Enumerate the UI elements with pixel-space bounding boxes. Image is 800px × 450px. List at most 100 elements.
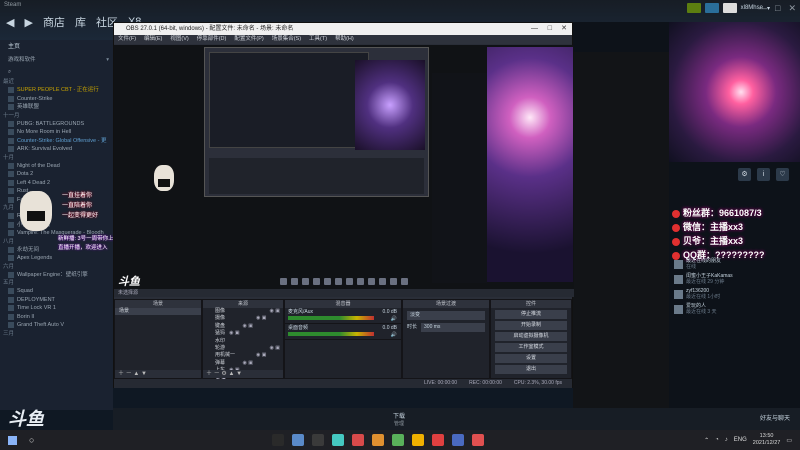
library-game-item[interactable]: Dota 2 <box>0 170 113 179</box>
obs-menu-item[interactable]: 视图(V) <box>170 35 188 44</box>
friends-chat-button[interactable]: 好友与聊天 <box>760 413 790 422</box>
preview-tool-icon[interactable] <box>313 277 320 285</box>
library-game-item[interactable]: 英雄联盟 <box>0 103 113 112</box>
library-section-header[interactable]: 十月 <box>0 154 113 162</box>
library-filter[interactable]: 游戏和软件 ▾ <box>0 54 113 66</box>
preview-tool-icon[interactable] <box>379 277 386 285</box>
notification-icon[interactable]: ▭ <box>786 437 792 444</box>
library-game-item[interactable]: SUPER PEOPLE CBT - 正在运行 <box>0 86 113 95</box>
preview-tool-icon[interactable] <box>302 277 309 285</box>
search-icon[interactable]: ○ <box>29 435 34 445</box>
library-game-item[interactable]: Borin II <box>0 313 113 322</box>
control-button[interactable]: 设置 <box>495 354 567 363</box>
obs-menu-item[interactable]: 场景集合(S) <box>272 35 301 44</box>
visibility-icon[interactable]: ◉ ▣ <box>243 323 253 330</box>
obs-menu-item[interactable]: 文件(F) <box>118 35 136 44</box>
visibility-icon[interactable]: ◉ ▣ <box>229 330 239 337</box>
preview-tool-icon[interactable] <box>324 277 331 285</box>
close-button[interactable]: ✕ <box>788 3 796 14</box>
preview-tool-icon[interactable] <box>291 277 298 285</box>
control-button[interactable]: 工作室模式 <box>495 343 567 352</box>
clock[interactable]: 13:50 2021/12/27 <box>753 433 781 447</box>
down-icon[interactable]: ▼ <box>141 371 147 377</box>
preview-tool-icon[interactable] <box>390 277 397 285</box>
taskbar-app-icon[interactable] <box>332 434 344 446</box>
library-game-item[interactable]: Squad <box>0 287 113 296</box>
nav-library[interactable]: 库 <box>75 14 86 30</box>
notification-icon[interactable] <box>704 3 719 13</box>
taskbar-app-icon[interactable] <box>312 434 324 446</box>
remove-scene-icon[interactable]: － <box>126 371 132 377</box>
preview-tool-icon[interactable] <box>401 277 408 285</box>
obs-menu-item[interactable]: 停靠部件(D) <box>197 35 227 44</box>
library-game-item[interactable]: ARK: Survival Evolved <box>0 145 113 154</box>
taskbar-app-icon[interactable] <box>452 434 464 446</box>
maximize-button[interactable]: □ <box>775 3 780 14</box>
up-icon[interactable]: ▲ <box>228 371 234 377</box>
taskbar-app-icon[interactable] <box>272 434 284 446</box>
library-game-item[interactable]: Time Lock VR 1 <box>0 304 113 313</box>
friend-item[interactable]: 闺蜜小王子KaKamas 最近在线 29 分钟 <box>672 273 797 288</box>
friend-item[interactable]: 最近在线的朋友 在线 <box>672 258 797 273</box>
library-game-item[interactable]: PUBG: BATTLEGROUNDS <box>0 120 113 129</box>
taskbar-app-icon[interactable] <box>432 434 444 446</box>
source-item[interactable]: 摄像 ◉ ▣ <box>203 315 283 322</box>
remove-source-icon[interactable]: － <box>214 371 220 377</box>
broadcast-icon[interactable] <box>686 3 701 13</box>
down-icon[interactable]: ▼ <box>236 371 242 377</box>
library-search[interactable]: ⌕ <box>0 66 113 78</box>
volume-icon[interactable]: ♪ <box>725 437 728 443</box>
library-section-header[interactable]: 最近 <box>0 78 113 86</box>
visibility-icon[interactable]: ◉ ▣ <box>256 315 266 322</box>
library-game-item[interactable]: DEPLOYMENT <box>0 296 113 305</box>
downloads-button[interactable]: 下载 管理 <box>393 411 405 427</box>
library-game-item[interactable]: Counter-Strike: Global Offensive - 更 <box>0 137 113 146</box>
obs-menu-item[interactable]: 帮助(H) <box>335 35 354 44</box>
heart-icon[interactable]: ♡ <box>776 168 789 181</box>
gear-icon[interactable]: ⚙ <box>221 371 226 377</box>
transition-select[interactable]: 淡变 <box>407 311 485 320</box>
network-icon[interactable]: ◔ <box>715 437 719 443</box>
obs-menu-item[interactable]: 工具(T) <box>309 35 327 44</box>
nav-forward-icon[interactable]: ▶ <box>24 16 32 29</box>
preview-tool-icon[interactable] <box>346 277 353 285</box>
control-button[interactable]: 开始录制 <box>495 321 567 330</box>
library-section-header[interactable]: 十一月 <box>0 112 113 120</box>
speaker-icon[interactable]: 🔊 <box>391 315 397 323</box>
friend-item[interactable]: 爱玩的人 最近在线 3 天 <box>672 303 797 318</box>
preview-tool-icon[interactable] <box>368 277 375 285</box>
taskbar-app-icon[interactable] <box>472 434 484 446</box>
control-button[interactable]: 停止推流 <box>495 310 567 319</box>
preview-tool-icon[interactable] <box>280 277 287 285</box>
source-item[interactable]: 水印 ◉ ▣ <box>203 338 283 351</box>
nav-store[interactable]: 商店 <box>43 14 65 30</box>
add-scene-icon[interactable]: ＋ <box>118 371 124 377</box>
language-indicator[interactable]: ENG <box>734 437 747 443</box>
source-item[interactable]: 用机械一 ◉ ▣ <box>203 352 283 365</box>
steam-menu-label[interactable]: Steam <box>4 2 21 8</box>
visibility-icon[interactable]: ◉ ▣ <box>270 345 280 352</box>
nav-back-icon[interactable]: ◀ <box>6 16 14 29</box>
library-section-header[interactable]: 三月 <box>0 330 113 338</box>
taskbar-app-icon[interactable] <box>392 434 404 446</box>
library-section-header[interactable]: 五月 <box>0 279 113 287</box>
speaker-icon[interactable]: 🔊 <box>391 331 397 339</box>
obs-menu-item[interactable]: 配置文件(P) <box>234 35 263 44</box>
home-link[interactable]: 主页 <box>0 40 113 54</box>
tray-chevron-icon[interactable]: ⌃ <box>704 437 709 444</box>
library-game-item[interactable]: Grand Theft Auto V <box>0 321 113 330</box>
visibility-icon[interactable]: ◉ ▣ <box>270 308 280 315</box>
up-icon[interactable]: ▲ <box>133 371 139 377</box>
avatar[interactable] <box>722 3 737 13</box>
scene-item[interactable]: 场景 <box>115 308 201 316</box>
obs-menu-item[interactable]: 编辑(E) <box>144 35 162 44</box>
library-game-item[interactable]: No More Room in Hell <box>0 128 113 137</box>
info-icon[interactable]: i <box>757 168 770 181</box>
obs-maximize-button[interactable]: □ <box>548 23 552 35</box>
taskbar-app-icon[interactable] <box>292 434 304 446</box>
gear-icon[interactable]: ⚙ <box>738 168 751 181</box>
duration-input[interactable]: 300 ms <box>421 323 485 332</box>
minimize-button[interactable]: — <box>758 3 767 14</box>
obs-close-button[interactable]: ✕ <box>561 23 567 35</box>
control-button[interactable]: 启动虚拟摄像机 <box>495 332 567 341</box>
